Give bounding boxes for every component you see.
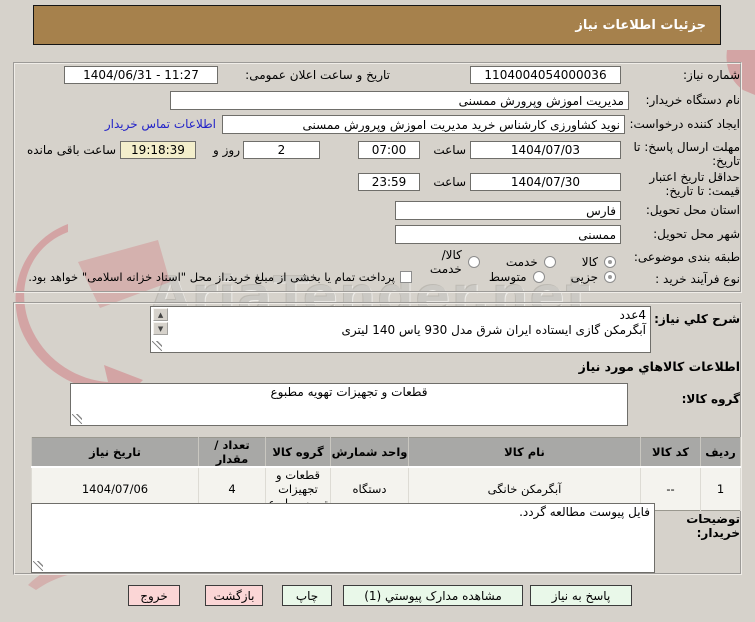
col-goods-name: نام کالا	[408, 437, 641, 467]
cell-row-number: 1	[700, 466, 741, 511]
resize-handle-icon[interactable]	[72, 414, 82, 424]
col-quantity: تعداد / مقدار	[198, 437, 266, 467]
price-validity-label: حداقل تاریخ اعتبار قیمت: تا تاریخ:	[649, 170, 740, 198]
need-number-field[interactable]: 1104004054000036	[470, 66, 621, 84]
city-field[interactable]: ممسنی	[395, 225, 621, 244]
announce-datetime-field[interactable]: 1404/06/31 - 11:27	[64, 66, 218, 84]
classification-option-service[interactable]: خدمت	[506, 255, 556, 269]
resize-handle-icon[interactable]	[152, 341, 162, 351]
process-type-option-minor-label: جزیی	[570, 270, 598, 284]
process-type-option-minor[interactable]: جزیی	[571, 270, 616, 284]
radio-minor-icon[interactable]	[604, 271, 616, 283]
process-type-option-medium[interactable]: متوسط	[489, 270, 545, 284]
back-button[interactable]: بازگشت	[205, 585, 263, 606]
treasury-checkbox-row: پرداخت تمام یا بخشی از مبلغ خرید،از محل …	[12, 270, 412, 284]
goods-table: ردیف کد کالا نام کالا واحد شمارش گروه کا…	[31, 437, 741, 511]
scroll-up-icon[interactable]: ▲	[153, 308, 168, 321]
view-attachments-button[interactable]: مشاهده مدارک پیوستي (1)	[343, 585, 523, 606]
print-button[interactable]: چاپ	[282, 585, 332, 606]
radio-service-icon[interactable]	[543, 256, 556, 268]
reply-deadline-date-field[interactable]: 1404/07/03	[470, 141, 621, 159]
process-type-options: جزیی متوسط	[470, 270, 616, 284]
buyer-notes-value: فایل پیوست مطالعه گردد.	[519, 505, 650, 519]
buyer-notes-label: توضیحات خریدار:	[686, 512, 740, 540]
need-number-label: شماره نیاز:	[683, 68, 740, 82]
remaining-suffix-label: ساعت باقی مانده	[26, 143, 116, 157]
need-description-line1: 4عدد	[619, 308, 646, 322]
col-goods-code: کد کالا	[640, 437, 701, 467]
classification-option-service-label: خدمت	[505, 255, 538, 269]
request-creator-label: ایجاد کننده درخواست:	[629, 117, 740, 131]
need-description-line2: آبگرمکن گازی ایستاده ایران شرق مدل 930 ی…	[341, 323, 646, 337]
reply-to-need-button[interactable]: پاسخ به نیاز	[530, 585, 632, 606]
col-goods-group: گروه کالا	[265, 437, 331, 467]
province-field[interactable]: فارس	[395, 201, 621, 220]
request-creator-field[interactable]: نوید کشاورزی کارشناس خرید مدیریت اموزش و…	[222, 115, 625, 134]
exit-button[interactable]: خروج	[128, 585, 180, 606]
treasury-checkbox-label: پرداخت تمام یا بخشی از مبلغ خرید،از محل …	[28, 270, 395, 284]
tender-detail-page: { "title": "جزئیات اطلاعات نیاز", "water…	[0, 0, 755, 622]
goods-group-label: گروه کالا:	[681, 392, 740, 406]
province-label: استان محل تحویل:	[645, 203, 740, 217]
announce-datetime-label: تاریخ و ساعت اعلان عمومی:	[245, 68, 390, 82]
buyer-org-label: نام دستگاه خریدار:	[645, 93, 741, 107]
classification-option-goods-label: کالا	[581, 255, 598, 269]
price-validity-date-field[interactable]: 1404/07/30	[470, 173, 621, 191]
classification-label: طبقه بندی موضوعی:	[633, 250, 740, 264]
classification-option-goods-service-label: کالا/خدمت	[429, 248, 462, 276]
process-type-label: نوع فرآیند خرید :	[655, 272, 740, 286]
reply-deadline-time-field[interactable]: 07:00	[358, 141, 420, 159]
radio-goods-service-icon[interactable]	[467, 256, 480, 268]
price-validity-time-field[interactable]: 23:59	[358, 173, 420, 191]
buyer-org-field[interactable]: مدیریت اموزش وپرورش ممسنی	[170, 91, 629, 110]
treasury-checkbox[interactable]	[400, 271, 412, 283]
price-validity-time-label: ساعت	[433, 175, 466, 189]
remaining-days-field[interactable]: 2	[243, 141, 320, 159]
col-row-number: ردیف	[700, 437, 741, 467]
radio-medium-icon[interactable]	[532, 271, 545, 283]
remaining-time-field[interactable]: 19:18:39	[120, 141, 196, 159]
goods-group-value: قطعات و تجهیزات تهویه مطبوع	[270, 385, 428, 399]
buyer-notes-textarea[interactable]: فایل پیوست مطالعه گردد.	[31, 503, 655, 573]
page-title: جزئیات اطلاعات نیاز	[33, 5, 721, 45]
resize-handle-icon[interactable]	[33, 561, 43, 571]
col-count-unit: واحد شمارش	[330, 437, 409, 467]
page-title-text: جزئیات اطلاعات نیاز	[575, 17, 706, 33]
city-label: شهر محل تحویل:	[653, 227, 740, 241]
need-description-scrollbar[interactable]: ▲ ▼	[152, 308, 168, 336]
col-need-date: تاریخ نیاز	[31, 437, 199, 467]
goods-section-header: اطلاعات کالاهاي مورد نیاز	[578, 359, 740, 374]
reply-deadline-time-label: ساعت	[433, 143, 466, 157]
scroll-down-icon[interactable]: ▼	[153, 322, 168, 335]
need-description-textarea[interactable]: 4عدد آبگرمکن گازی ایستاده ایران شرق مدل …	[150, 306, 651, 353]
remaining-days-label: روز و	[213, 143, 240, 157]
process-type-option-medium-label: متوسط	[488, 270, 527, 284]
goods-group-textarea[interactable]: قطعات و تجهیزات تهویه مطبوع	[70, 383, 628, 426]
radio-goods-icon[interactable]	[604, 256, 616, 268]
reply-deadline-label: مهلت ارسال پاسخ: تا تاریخ:	[633, 140, 740, 168]
goods-table-header-row: ردیف کد کالا نام کالا واحد شمارش گروه کا…	[31, 437, 741, 467]
need-description-label: شرح کلي نیاز:	[654, 312, 740, 326]
classification-option-goods[interactable]: کالا	[582, 255, 616, 269]
buyer-contact-link[interactable]: اطلاعات تماس خریدار	[105, 117, 216, 131]
